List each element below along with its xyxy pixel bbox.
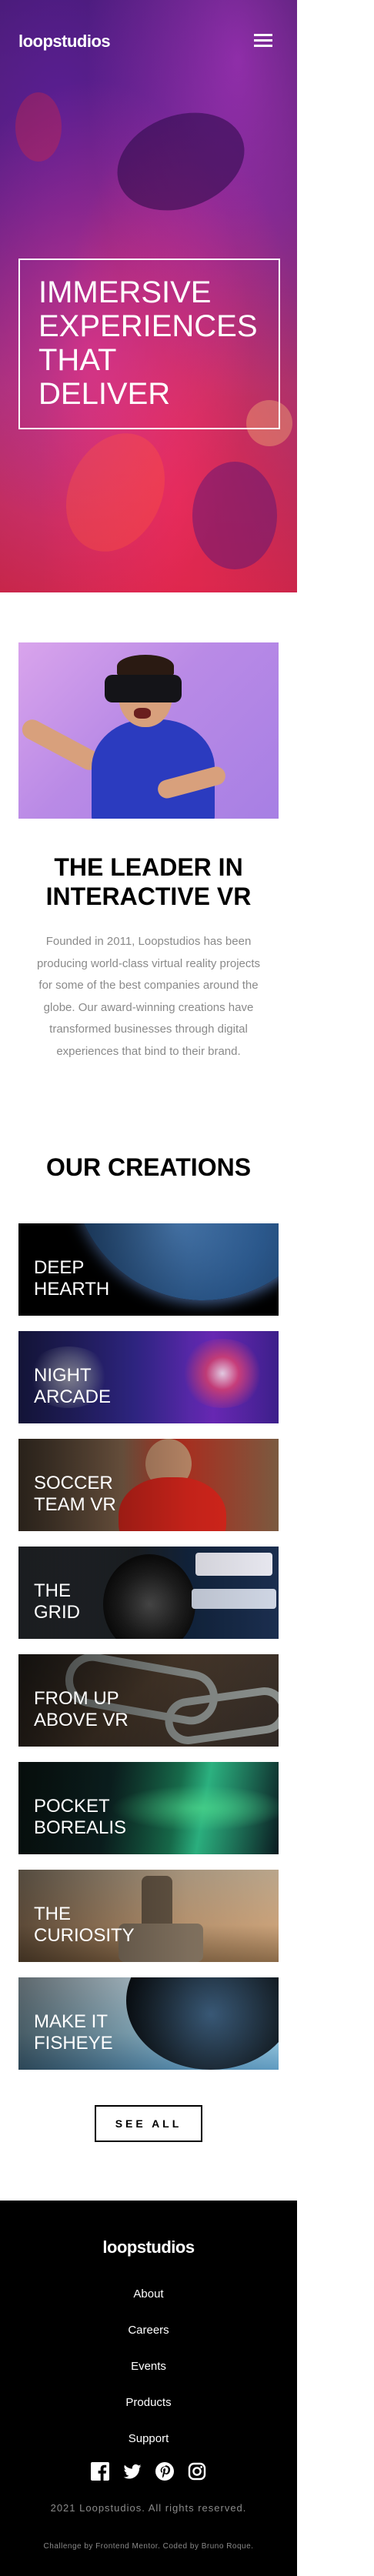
see-all-button[interactable]: SEE ALL bbox=[95, 2105, 202, 2142]
creation-card-night-arcade[interactable]: NIGHT ARCADE bbox=[18, 1331, 279, 1423]
hero-section: loopstudios IMMERSIVE EXPERIENCES THAT D… bbox=[0, 0, 297, 592]
site-logo[interactable]: loopstudios bbox=[18, 32, 111, 52]
site-footer: loopstudios About Careers Events Product… bbox=[0, 2201, 297, 2576]
image-detail bbox=[92, 719, 215, 819]
intro-text: Founded in 2011, Loopstudios has been pr… bbox=[36, 935, 261, 1058]
creation-card-label: THE CURIOSITY bbox=[34, 1904, 135, 1946]
creation-card-the-grid[interactable]: THE GRID bbox=[18, 1547, 279, 1639]
hero-title-box: IMMERSIVE EXPERIENCES THAT DELIVER bbox=[18, 259, 280, 429]
creation-card-label: NIGHT ARCADE bbox=[34, 1365, 112, 1407]
vr-headset-icon bbox=[105, 675, 182, 702]
hero-background-shape bbox=[103, 95, 259, 228]
footer-link-about[interactable]: About bbox=[0, 2276, 297, 2312]
copyright-text: 2021 Loopstudios. All rights reserved. bbox=[50, 2502, 247, 2514]
image-detail bbox=[134, 708, 151, 719]
hero-background-shape bbox=[47, 417, 184, 568]
facebook-icon[interactable] bbox=[91, 2462, 109, 2481]
vr-man-image bbox=[18, 642, 279, 819]
hero-background-shape bbox=[15, 92, 62, 162]
creation-card-label: MAKE IT FISHEYE bbox=[34, 2011, 113, 2054]
footer-nav: About Careers Events Products Support bbox=[0, 2276, 297, 2457]
hero-title: IMMERSIVE EXPERIENCES THAT DELIVER bbox=[38, 275, 258, 411]
instagram-icon[interactable] bbox=[188, 2462, 206, 2481]
creation-card-make-it-fisheye[interactable]: MAKE IT FISHEYE bbox=[18, 1977, 279, 2070]
creation-card-label: SOCCER TEAM VR bbox=[34, 1473, 116, 1515]
creation-card-pocket-borealis[interactable]: POCKET BOREALIS bbox=[18, 1762, 279, 1854]
creation-card-label: THE GRID bbox=[34, 1580, 80, 1623]
creations-title: OUR CREATIONS bbox=[45, 1153, 252, 1181]
twitter-icon[interactable] bbox=[123, 2462, 142, 2481]
creation-card-soccer-team[interactable]: SOCCER TEAM VR bbox=[18, 1439, 279, 1531]
attribution-mid: . Coded by bbox=[158, 2542, 202, 2551]
attribution-suffix: . bbox=[251, 2542, 254, 2551]
image-detail bbox=[18, 716, 103, 774]
social-links bbox=[0, 2462, 297, 2481]
creation-card-label: POCKET BOREALIS bbox=[34, 1796, 127, 1838]
intro-title: THE LEADER IN INTERACTIVE VR bbox=[45, 853, 252, 910]
creation-card-label: FROM UP ABOVE VR bbox=[34, 1688, 129, 1730]
footer-link-events[interactable]: Events bbox=[0, 2348, 297, 2384]
footer-link-support[interactable]: Support bbox=[0, 2421, 297, 2457]
creation-card-from-up-above[interactable]: FROM UP ABOVE VR bbox=[18, 1654, 279, 1747]
attribution-text: Challenge by Frontend Mentor. Coded by B… bbox=[0, 2542, 297, 2551]
footer-link-products[interactable]: Products bbox=[0, 2384, 297, 2421]
frontend-mentor-link[interactable]: Frontend Mentor bbox=[95, 2542, 158, 2551]
hamburger-menu-icon[interactable] bbox=[254, 34, 272, 47]
attribution-prefix: Challenge by bbox=[43, 2542, 96, 2551]
footer-link-careers[interactable]: Careers bbox=[0, 2312, 297, 2348]
creation-card-the-curiosity[interactable]: THE CURIOSITY bbox=[18, 1870, 279, 1962]
hamburger-line bbox=[254, 45, 272, 47]
hero-background-shape bbox=[192, 462, 277, 569]
footer-logo[interactable]: loopstudios bbox=[0, 2237, 297, 2257]
creation-card-deep-earth[interactable]: DEEP HEARTH bbox=[18, 1223, 279, 1316]
pinterest-icon[interactable] bbox=[155, 2462, 174, 2481]
hamburger-line bbox=[254, 34, 272, 36]
creation-card-label: DEEP HEARTH bbox=[34, 1257, 110, 1300]
author-link[interactable]: Bruno Roque bbox=[202, 2542, 251, 2551]
hamburger-line bbox=[254, 39, 272, 42]
